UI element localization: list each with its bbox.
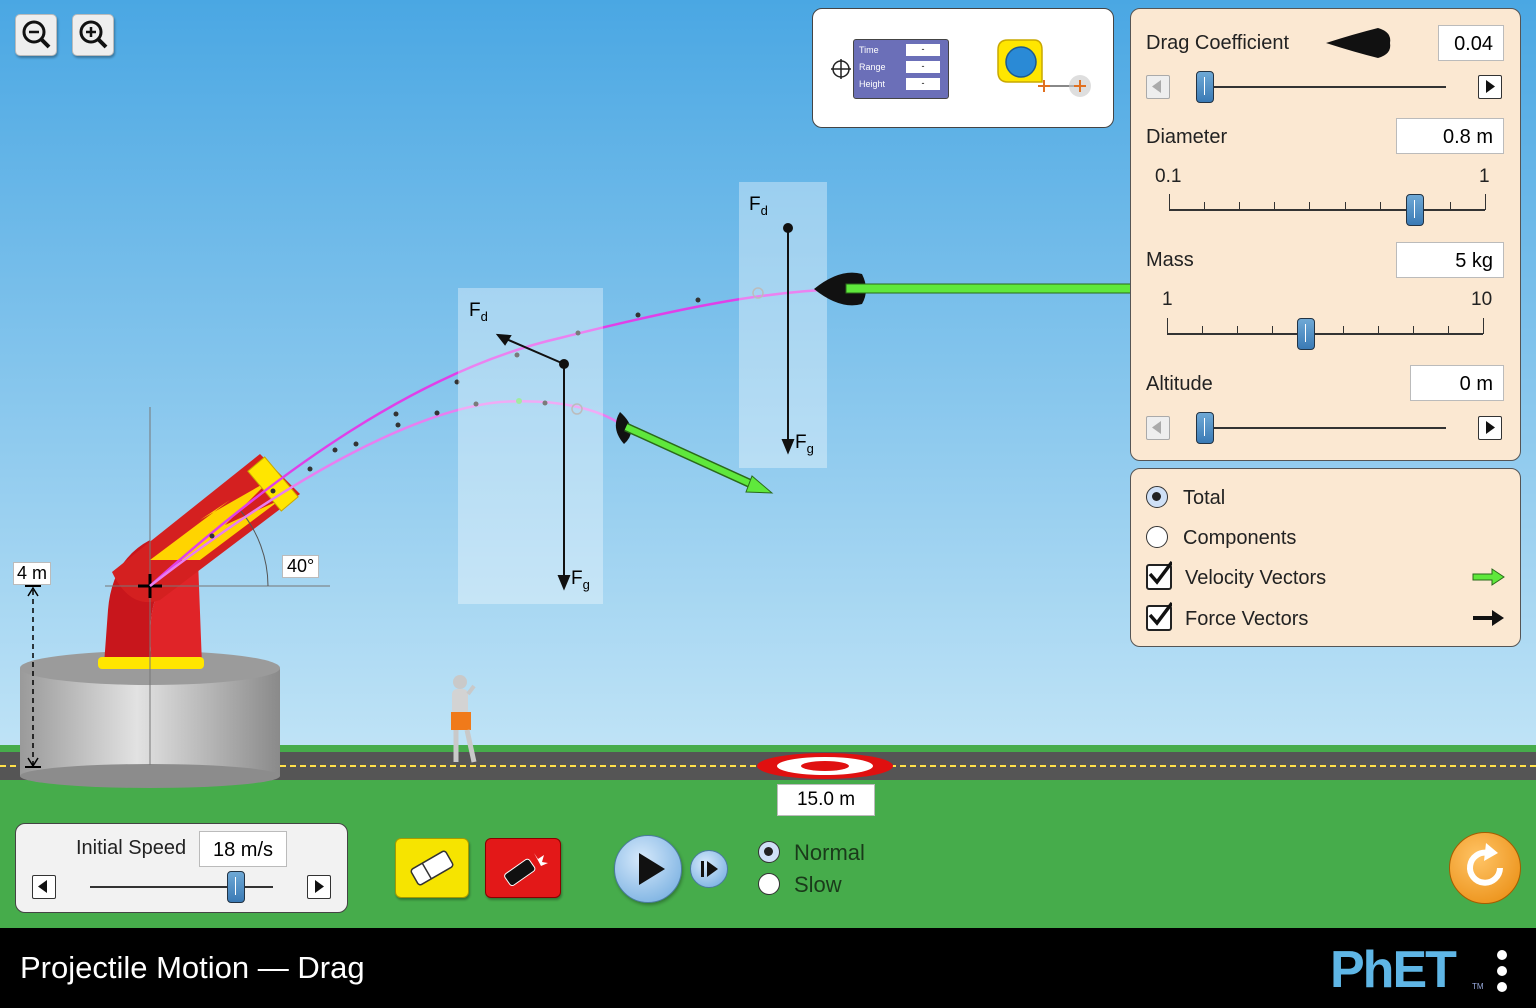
velocity-vectors-label: Velocity Vectors <box>1185 567 1327 589</box>
play-icon <box>639 853 665 885</box>
phet-logo[interactable]: PhET <box>1330 940 1457 1000</box>
datatool-height-label: Height <box>859 79 886 89</box>
altitude-slider-track[interactable] <box>1205 427 1446 429</box>
reset-icon <box>1467 843 1503 886</box>
mass-slider-thumb[interactable] <box>1297 318 1316 350</box>
diameter-value: 0.8 m <box>1396 118 1504 154</box>
altitude-value: 0 m <box>1410 365 1504 401</box>
mass-slider-track[interactable] <box>1167 333 1483 335</box>
drag-force-label-1: Fd <box>469 300 488 324</box>
velocity-vectors-checkbox[interactable] <box>1146 560 1172 590</box>
gravity-force-label-2: Fg <box>795 432 814 456</box>
target[interactable] <box>757 753 893 779</box>
altitude-decrease-button[interactable] <box>1146 416 1170 440</box>
crosshair-icon[interactable] <box>830 58 852 80</box>
checkmark-icon <box>1148 601 1172 626</box>
force-vectors-label: Force Vectors <box>1185 608 1309 630</box>
total-label: Total <box>1183 487 1226 509</box>
person-figure <box>451 675 477 763</box>
step-forward-icon <box>701 861 718 877</box>
datatool[interactable]: Time Range Height - - - <box>853 39 949 99</box>
components-label: Components <box>1183 527 1297 549</box>
phet-trademark: TM <box>1472 982 1484 991</box>
drag-increase-button[interactable] <box>1478 75 1502 99</box>
diameter-min-label: 0.1 <box>1155 166 1182 187</box>
datatool-range-value: - <box>906 61 940 73</box>
velocity-arrow-icon <box>1472 568 1505 586</box>
fire-button[interactable] <box>485 838 561 898</box>
step-button[interactable] <box>690 850 728 888</box>
reset-all-button[interactable] <box>1449 832 1521 904</box>
play-button[interactable] <box>614 835 682 903</box>
drag-force-label-2: Fd <box>749 194 768 218</box>
total-radio[interactable] <box>1146 486 1168 508</box>
diameter-slider-thumb[interactable] <box>1406 194 1425 226</box>
target-distance-label: 15.0 m <box>777 784 875 816</box>
force-vector-panel-1 <box>458 288 603 604</box>
components-radio[interactable] <box>1146 526 1168 548</box>
speed-slider-thumb[interactable] <box>227 871 246 903</box>
datatool-time-value: - <box>906 44 940 56</box>
slow-speed-radio[interactable] <box>758 873 780 895</box>
phet-menu-icon[interactable] <box>1490 946 1514 998</box>
force-arrow-icon <box>1473 610 1504 626</box>
right-arrow-icon <box>1486 80 1495 93</box>
initial-speed-value: 18 m/s <box>199 831 287 867</box>
drag-decrease-button[interactable] <box>1146 75 1170 99</box>
left-arrow-icon <box>1152 80 1161 93</box>
normal-speed-label: Normal <box>794 840 865 865</box>
altitude-increase-button[interactable] <box>1478 416 1502 440</box>
drag-coefficient-label: Drag Coefficient <box>1146 32 1290 54</box>
altitude-label: Altitude <box>1146 373 1213 395</box>
initial-speed-label: Initial Speed <box>76 837 187 859</box>
diameter-label: Diameter <box>1146 126 1228 148</box>
diameter-max-label: 1 <box>1479 166 1490 187</box>
speed-increase-button[interactable] <box>307 875 331 899</box>
tape-measure-icon[interactable] <box>994 36 1098 102</box>
projectile-shape-icon <box>1326 28 1391 58</box>
drag-slider-thumb[interactable] <box>1196 71 1214 103</box>
mass-value: 5 kg <box>1396 242 1504 278</box>
cannon-fire-icon <box>504 853 548 887</box>
slider-tick <box>1485 194 1486 210</box>
left-arrow-icon <box>1152 421 1161 434</box>
force-vectors-checkbox[interactable] <box>1146 601 1172 631</box>
left-arrow-icon <box>38 880 47 893</box>
drag-coefficient-value: 0.04 <box>1438 25 1504 61</box>
mass-min-label: 1 <box>1162 289 1173 310</box>
mass-max-label: 10 <box>1471 289 1493 310</box>
slider-tick <box>1169 194 1170 210</box>
eraser-icon <box>410 850 454 886</box>
velocity-vector-1 <box>845 283 1137 294</box>
speed-decrease-button[interactable] <box>32 875 56 899</box>
normal-speed-radio[interactable] <box>758 841 780 863</box>
right-arrow-icon <box>1486 421 1495 434</box>
datatool-height-value: - <box>906 78 940 90</box>
height-label: 4 m <box>13 562 52 585</box>
gravity-force-label-1: Fg <box>571 568 590 592</box>
drag-slider-track[interactable] <box>1205 86 1446 88</box>
datatool-range-label: Range <box>859 62 886 72</box>
datatool-time-label: Time <box>859 45 879 55</box>
angle-label: 40° <box>282 555 320 578</box>
speed-slider-track[interactable] <box>90 886 273 888</box>
force-vector-panel-2 <box>739 182 827 468</box>
slider-tick <box>1167 318 1168 334</box>
slider-tick <box>1483 318 1484 334</box>
checkmark-icon <box>1148 560 1172 585</box>
right-arrow-icon <box>315 880 324 893</box>
sim-title: Projectile Motion — Drag <box>20 950 365 985</box>
slow-speed-label: Slow <box>794 872 842 897</box>
diameter-slider-track[interactable] <box>1169 209 1485 211</box>
altitude-slider-thumb[interactable] <box>1196 412 1214 444</box>
mass-label: Mass <box>1146 249 1194 271</box>
eraser-button[interactable] <box>395 838 469 898</box>
